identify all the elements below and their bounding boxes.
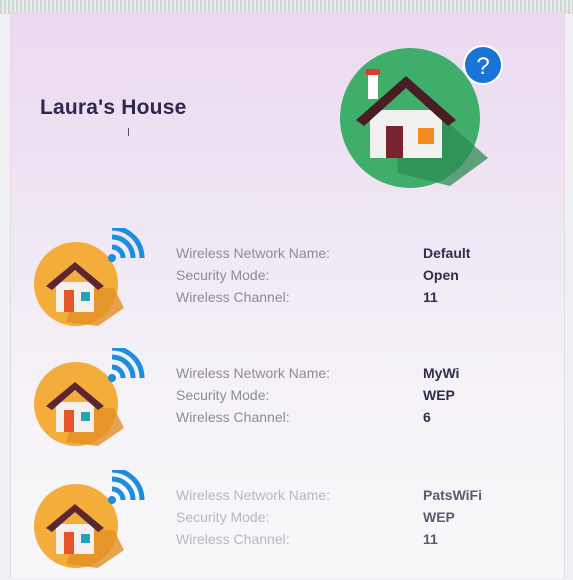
wireless-channel-label: Wireless Channel: — [176, 289, 290, 305]
field-values: MyWi WEP 6 — [423, 362, 459, 428]
network-entry[interactable]: Wireless Network Name: Security Mode: Wi… — [26, 225, 546, 328]
text-cursor — [128, 128, 129, 136]
field-values: Default Open 11 — [423, 242, 470, 308]
network-entry[interactable]: Wireless Network Name: Security Mode: Wi… — [26, 467, 546, 570]
field-labels: Wireless Network Name: Security Mode: Wi… — [176, 362, 330, 428]
field-labels: Wireless Network Name: Security Mode: Wi… — [176, 484, 330, 550]
network-name-label: Wireless Network Name: — [176, 365, 331, 381]
network-name-label: Wireless Network Name: — [176, 245, 331, 261]
field-labels: Wireless Network Name: Security Mode: Wi… — [176, 242, 330, 308]
wireless-channel-label: Wireless Channel: — [176, 531, 290, 547]
wireless-channel-label: Wireless Channel: — [176, 409, 290, 425]
wireless-channel-value: 6 — [423, 409, 431, 425]
security-mode-label: Security Mode: — [176, 387, 270, 403]
network-name-value: Default — [423, 245, 471, 261]
security-mode-value: WEP — [423, 509, 455, 525]
security-mode-label: Security Mode: — [176, 509, 270, 525]
wifi-house-icon — [26, 345, 156, 448]
wireless-channel-value: 11 — [423, 531, 438, 547]
network-entry[interactable]: Wireless Network Name: Security Mode: Wi… — [26, 345, 546, 448]
field-values: PatsWiFi WEP 11 — [423, 484, 482, 550]
wireless-channel-value: 11 — [423, 289, 438, 305]
house-title: Laura's House — [40, 96, 187, 119]
security-mode-label: Security Mode: — [176, 267, 270, 283]
network-name-value: MyWi — [423, 365, 460, 381]
wifi-house-icon — [26, 225, 156, 328]
wifi-house-icon — [26, 467, 156, 570]
help-icon[interactable]: ? — [463, 45, 503, 85]
security-mode-value: Open — [423, 267, 459, 283]
network-name-value: PatsWiFi — [423, 487, 482, 503]
network-name-label: Wireless Network Name: — [176, 487, 331, 503]
security-mode-value: WEP — [423, 387, 455, 403]
